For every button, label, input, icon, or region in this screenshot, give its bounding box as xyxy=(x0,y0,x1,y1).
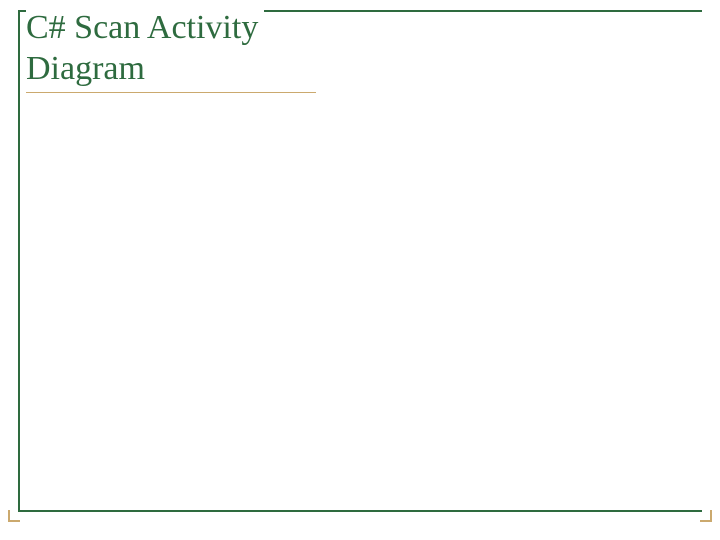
frame-bottom-border xyxy=(18,510,702,512)
corner-accent-bottom-right-v xyxy=(710,510,712,522)
slide-title: C# Scan Activity Diagram xyxy=(26,8,258,90)
title-container: C# Scan Activity Diagram xyxy=(26,8,264,90)
title-underline xyxy=(26,92,316,93)
title-line-2: Diagram xyxy=(26,50,145,87)
title-line-1: C# Scan Activity xyxy=(26,9,258,46)
frame-left-border xyxy=(18,10,20,512)
corner-accent-bottom-left-v xyxy=(8,510,10,522)
